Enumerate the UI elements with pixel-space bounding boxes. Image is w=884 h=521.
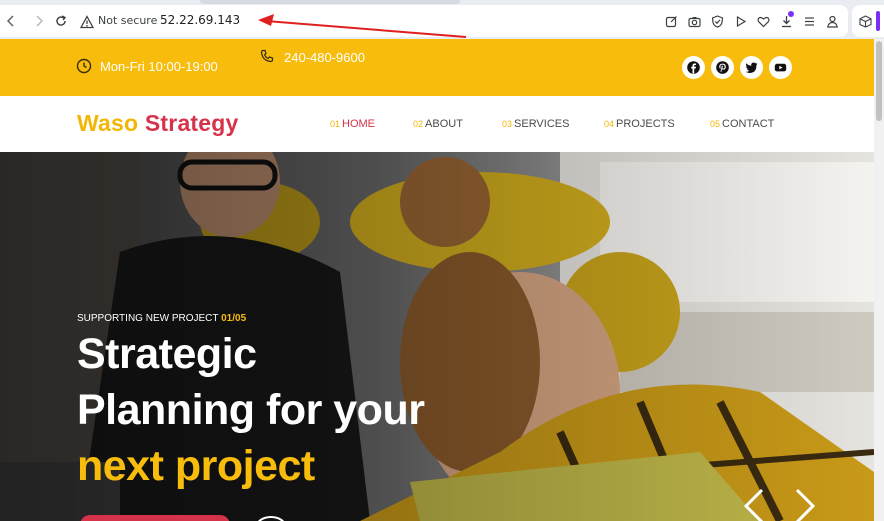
nav-about[interactable]: 02 ABOUT	[413, 118, 463, 130]
warning-icon[interactable]	[80, 15, 94, 29]
nav-contact[interactable]: 05 CONTACT	[710, 118, 774, 130]
browser-chrome: Not secure 52.22.69.143	[0, 0, 884, 39]
nav-number: 01	[330, 119, 341, 129]
shield-icon[interactable]	[708, 12, 726, 30]
tab-strip	[200, 0, 460, 4]
extension-indicator	[876, 11, 880, 31]
nav-projects[interactable]: 04 PROJECTS	[604, 118, 675, 130]
forward-button[interactable]	[28, 10, 50, 32]
edit-icon[interactable]	[662, 12, 680, 30]
slide-counter: 01/05	[221, 313, 247, 324]
nav-label: CONTACT	[722, 118, 775, 130]
business-hours: Mon-Fri 10:00-19:00	[100, 59, 218, 74]
slider-next-button[interactable]	[788, 486, 824, 521]
nav-number: 02	[413, 119, 424, 129]
address-bar[interactable]: 52.22.69.143	[160, 13, 240, 27]
pinterest-link[interactable]	[711, 56, 734, 79]
pinterest-icon	[716, 61, 729, 74]
site-header: Waso Strategy 01 HOME 02 ABOUT 03 SERVICES …	[0, 96, 874, 152]
chevron-left-icon	[743, 488, 764, 521]
profile-icon[interactable]	[823, 12, 841, 30]
heart-icon[interactable]	[754, 12, 772, 30]
logo-word-2: Strategy	[144, 110, 239, 136]
slider-prev-button[interactable]	[735, 486, 771, 521]
twitter-icon	[745, 62, 758, 73]
play-icon[interactable]	[731, 12, 749, 30]
hero-title-line-1: Strategic	[77, 330, 257, 378]
nav-label: PROJECTS	[616, 118, 675, 130]
security-status[interactable]: Not secure	[98, 14, 157, 27]
hero-primary-button[interactable]	[80, 515, 230, 521]
chevron-right-icon	[795, 488, 816, 521]
nav-services[interactable]: 03 SERVICES	[502, 118, 569, 130]
chevron-right-icon	[36, 15, 44, 27]
notification-dot	[788, 11, 794, 17]
chevron-left-icon	[6, 15, 14, 27]
phone-number[interactable]: 240-480-9600	[261, 48, 371, 68]
reload-icon	[56, 15, 67, 26]
site-logo[interactable]: Waso Strategy	[77, 110, 239, 137]
menu-lines-icon[interactable]	[800, 12, 818, 30]
clock-icon	[76, 58, 92, 74]
logo-word-1: Waso	[77, 110, 139, 136]
contact-topbar: Mon-Fri 10:00-19:00 240-480-9600	[0, 39, 874, 96]
twitter-link[interactable]	[740, 56, 763, 79]
back-button[interactable]	[0, 10, 22, 32]
hero-title-line-3: next project	[77, 442, 315, 490]
facebook-link[interactable]	[682, 56, 705, 79]
nav-number: 05	[710, 119, 721, 129]
nav-label: HOME	[342, 118, 376, 130]
nav-number: 03	[502, 119, 513, 129]
reload-button[interactable]	[50, 10, 72, 32]
browser-toolbar: Not secure 52.22.69.143	[0, 5, 848, 37]
nav-label: SERVICES	[514, 118, 570, 130]
nav-home[interactable]: 01 HOME	[330, 118, 375, 130]
scrollbar-thumb[interactable]	[876, 41, 882, 121]
youtube-icon	[774, 63, 787, 72]
hero-slider: SUPPORTING NEW PROJECT 01/05 Strategic P…	[0, 152, 874, 521]
extension-cube-icon[interactable]	[856, 12, 874, 30]
hero-kicker: SUPPORTING NEW PROJECT 01/05	[77, 313, 246, 324]
hero-title-line-2: Planning for your	[77, 386, 425, 434]
extension-area	[852, 5, 884, 37]
nav-number: 04	[604, 119, 615, 129]
hero-kicker-text: SUPPORTING NEW PROJECT	[77, 313, 219, 324]
nav-label: ABOUT	[425, 118, 463, 130]
camera-icon[interactable]	[685, 12, 703, 30]
facebook-icon	[687, 61, 700, 74]
youtube-link[interactable]	[769, 56, 792, 79]
